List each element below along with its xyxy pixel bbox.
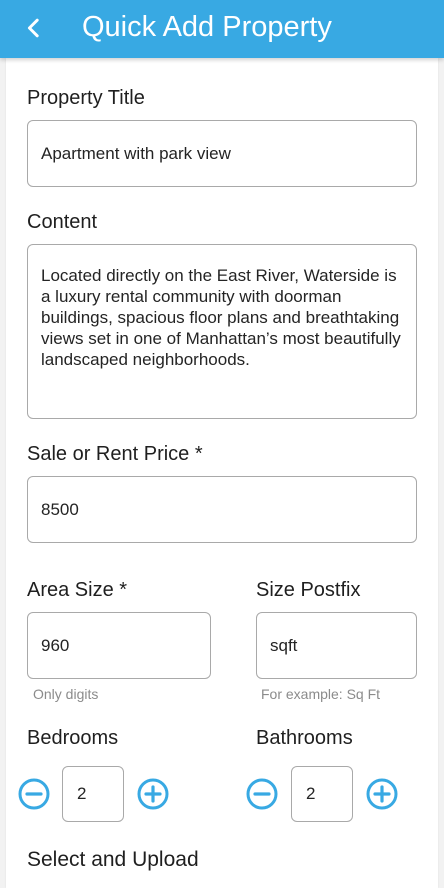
area-size-value: 960 [41, 635, 70, 655]
page-title: Quick Add Property [82, 11, 332, 43]
plus-circle-icon [366, 778, 398, 810]
size-postfix-label: Size Postfix [256, 579, 361, 601]
bedrooms-decrement-button[interactable] [18, 778, 50, 810]
app-bar: Quick Add Property [0, 0, 444, 58]
bathrooms-count-field[interactable]: 2 [291, 766, 353, 822]
size-postfix-helper: For example: Sq Ft [261, 686, 381, 702]
size-postfix-input[interactable]: sqft [256, 612, 417, 679]
back-arrow-icon [23, 17, 45, 39]
area-size-helper: Only digits [33, 686, 99, 702]
minus-circle-icon [18, 778, 50, 810]
bedrooms-count-field[interactable]: 2 [62, 766, 124, 822]
bedrooms-increment-button[interactable] [137, 778, 169, 810]
property-title-value: Apartment with park view [41, 143, 231, 163]
area-size-label: Area Size * [27, 579, 128, 601]
bathrooms-decrement-button[interactable] [246, 778, 278, 810]
size-postfix-value: sqft [270, 635, 298, 655]
property-title-input[interactable]: Apartment with park view [27, 120, 417, 187]
plus-circle-icon [137, 778, 169, 810]
price-label: Sale or Rent Price * [27, 443, 203, 465]
quick-add-property-screen: Quick Add Property Property Title Apartm… [0, 0, 444, 888]
property-form-card: Property Title Apartment with park view … [6, 58, 438, 888]
bathrooms-label: Bathrooms [256, 727, 353, 749]
minus-circle-icon [246, 778, 278, 810]
bathrooms-increment-button[interactable] [366, 778, 398, 810]
back-button[interactable] [16, 10, 52, 46]
property-title-label: Property Title [27, 87, 145, 109]
content-label: Content [27, 211, 98, 233]
bedrooms-count-value: 2 [77, 784, 87, 803]
area-size-input[interactable]: 960 [27, 612, 211, 679]
content-textarea[interactable]: Located directly on the East River, Wate… [27, 244, 417, 419]
price-value: 8500 [41, 499, 79, 519]
content-value: Located directly on the East River, Wate… [41, 266, 401, 369]
price-input[interactable]: 8500 [27, 476, 417, 543]
bathrooms-count-value: 2 [306, 784, 316, 803]
bedrooms-label: Bedrooms [27, 727, 119, 749]
select-and-upload-title: Select and Upload [27, 848, 199, 871]
